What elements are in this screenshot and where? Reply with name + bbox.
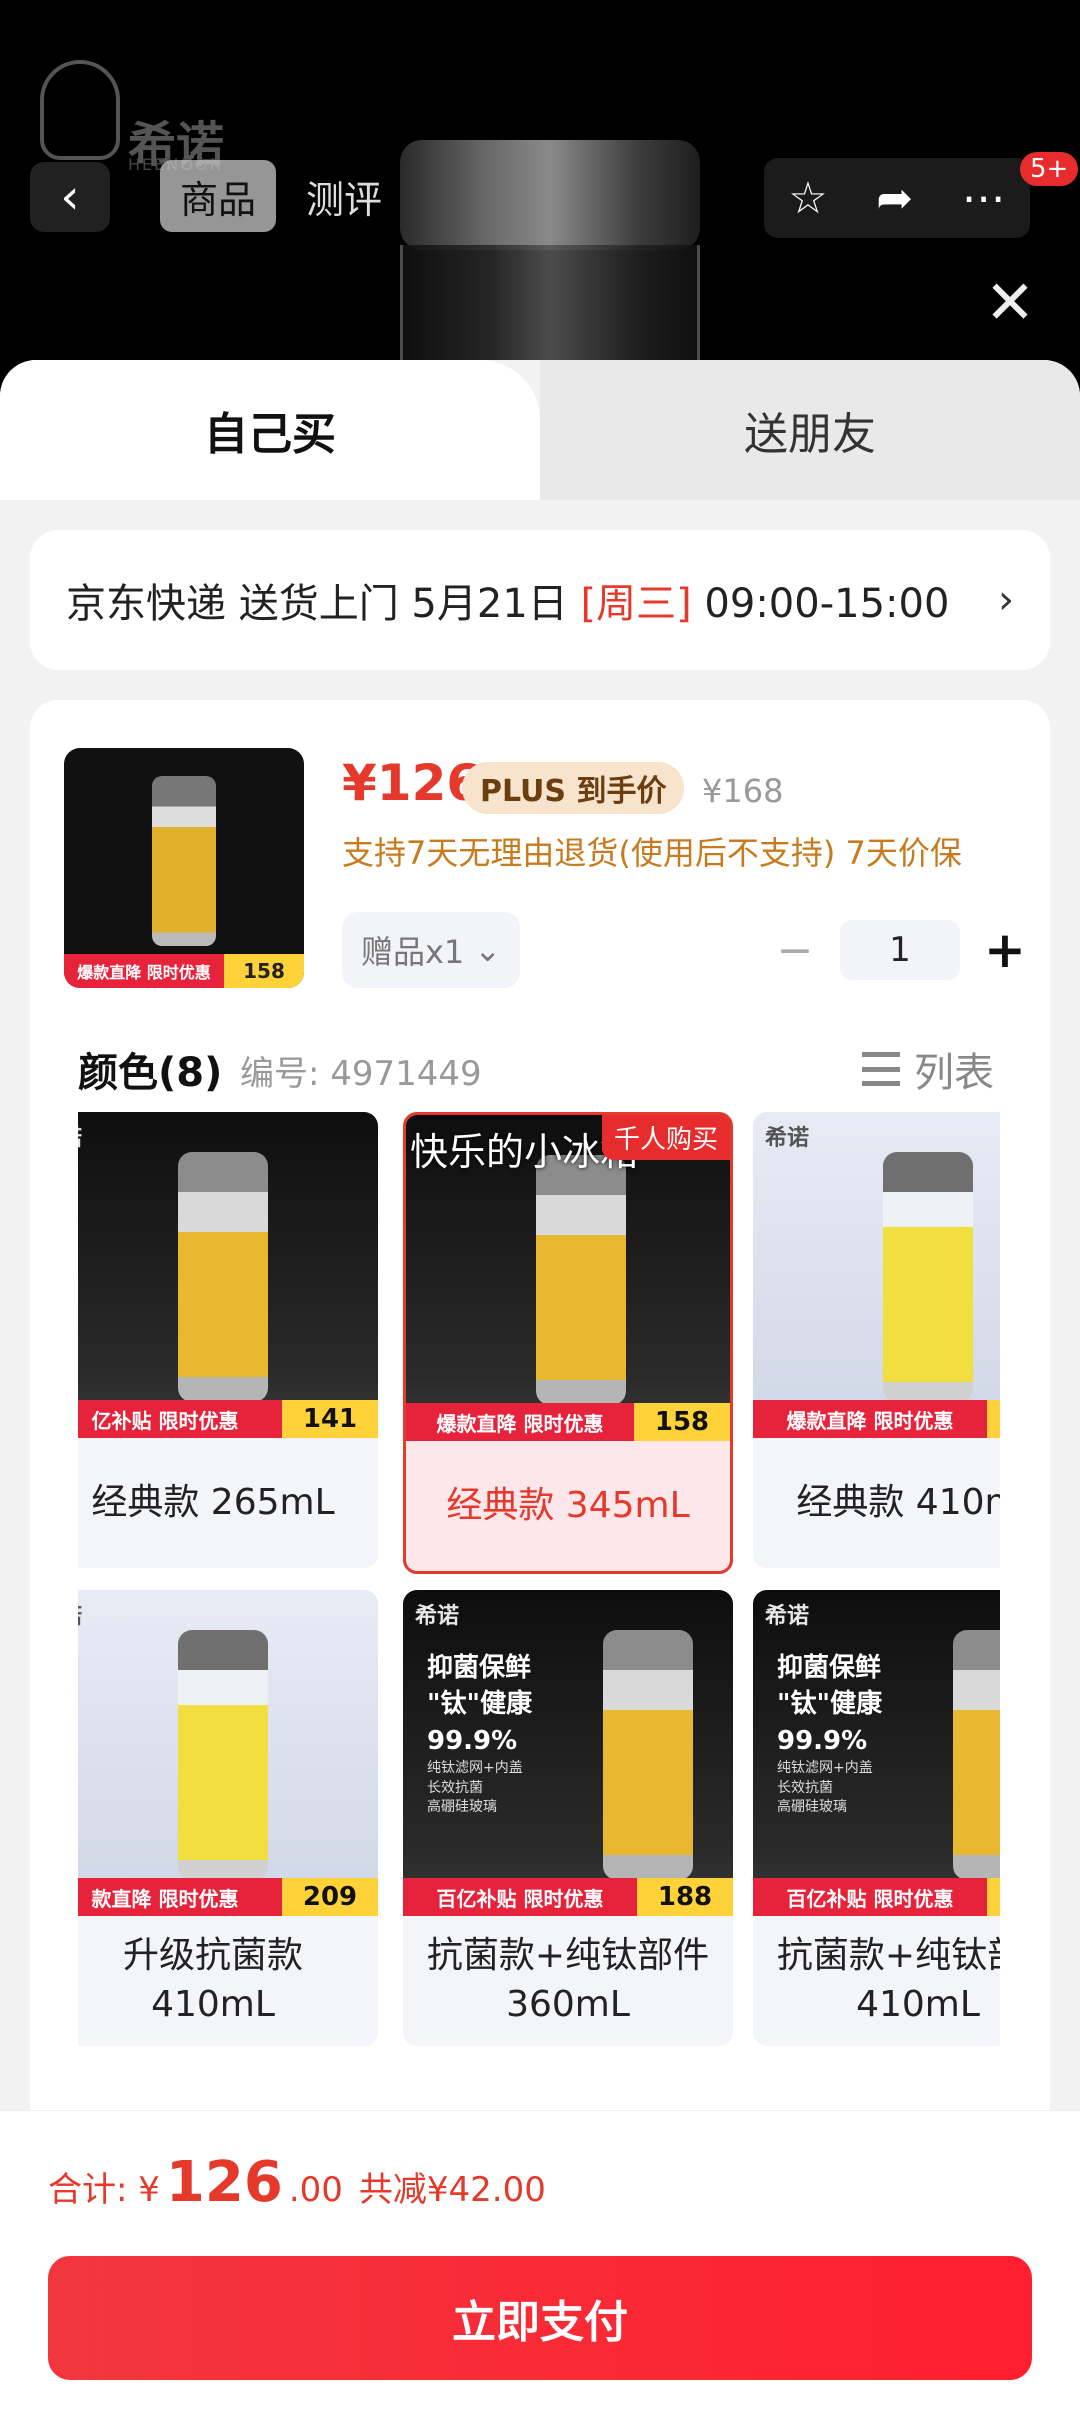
tab-gift-friend[interactable]: 送朋友: [540, 360, 1080, 500]
option-label: 升级抗菌款 410mL: [122, 1935, 303, 2025]
option-image: 希诺 抑菌保鲜 "钛"健康 99.9% 纯钛滤网+内盖 长效抗菌 高硼硅玻璃 百…: [403, 1590, 733, 1916]
option-image: 快乐的小冰箱 千人购买 爆款直降 限时优惠 158: [406, 1115, 730, 1441]
option-label: 经典款 410mL: [796, 1481, 1000, 1523]
back-button[interactable]: ‹: [30, 162, 110, 232]
bottle-image: [953, 1630, 1000, 1880]
increase-quantity-button[interactable]: +: [980, 921, 1030, 979]
purchase-sheet: 自己买 送朋友 京东快递 送货上门 5月21日 [周三] 09:00-15:00…: [0, 360, 1080, 2412]
notification-badge: 5+: [1020, 152, 1079, 186]
brand-logo: 希诺 HEENOOR: [40, 60, 224, 175]
color-option[interactable]: 希诺 爆款直降 限时优惠16 经典款 410mL: [753, 1112, 1000, 1568]
close-icon: ✕: [984, 268, 1036, 338]
popularity-badge: 千人购买: [601, 1115, 730, 1160]
option-price-strip: 亿补贴 限时优惠 141: [78, 1400, 378, 1438]
plus-price-badge: PLUS 到手价: [462, 762, 685, 814]
brand-mark: 希诺: [415, 1604, 460, 1629]
close-sheet-button[interactable]: ✕: [975, 268, 1045, 338]
bottle-image: [178, 1152, 268, 1402]
color-option-grid: 诺 亿补贴 限时优惠141 经典款 265mL 快乐的小冰箱 千人购买 爆款直降…: [78, 1112, 1000, 2052]
original-price: ¥168: [702, 772, 784, 810]
nav-actions: ☆ ➦ ⋯: [764, 158, 1030, 238]
decrease-quantity-button[interactable]: −: [770, 925, 820, 976]
color-option[interactable]: 诺 款直降 限时优惠209 升级抗菌款 410mL: [78, 1590, 378, 2046]
option-price-strip: 款直降 限时优惠 209: [78, 1878, 378, 1916]
list-view-toggle[interactable]: 列表: [862, 1040, 994, 1098]
option-label: 抗菌款+纯钛部件 410mL: [776, 1935, 1000, 2025]
option-image: 诺 款直降 限时优惠209: [78, 1590, 378, 1916]
quantity-stepper: − 1 +: [770, 920, 1030, 980]
bottle-image: [603, 1630, 693, 1880]
pay-now-button[interactable]: 立即支付: [48, 2256, 1032, 2380]
promo-text: 抑菌保鲜 "钛"健康 99.9% 纯钛滤网+内盖 长效抗菌 高硼硅玻璃: [427, 1653, 533, 1816]
total-amount: 126: [165, 2150, 283, 2215]
option-image: 诺 亿补贴 限时优惠141: [78, 1112, 378, 1438]
return-policy-note: 支持7天无理由退货(使用后不支持) 7天价保: [342, 834, 962, 872]
promo-text: 抑菌保鲜 "钛"健康 99.9% 纯钛滤网+内盖 长效抗菌 高硼硅玻璃: [777, 1653, 883, 1816]
bottle-image: [883, 1152, 973, 1402]
option-price-strip: 百亿补贴 限时优惠 188: [403, 1878, 733, 1916]
delivery-weekday: [周三]: [580, 581, 692, 627]
more-icon[interactable]: ⋯: [962, 173, 1006, 224]
list-icon: [862, 1052, 900, 1086]
delivery-selector[interactable]: 京东快递 送货上门 5月21日 [周三] 09:00-15:00 ›: [30, 530, 1050, 670]
option-label: 经典款 265mL: [91, 1481, 335, 1523]
top-tabs: 商品 测评: [160, 160, 402, 232]
option-price-strip: 百亿补贴 限时优惠20: [753, 1878, 1000, 1916]
color-option[interactable]: 希诺 抑菌保鲜 "钛"健康 99.9% 纯钛滤网+内盖 长效抗菌 高硼硅玻璃 百…: [403, 1590, 733, 2046]
option-label: 抗菌款+纯钛部件 360mL: [426, 1935, 710, 2025]
bottle-image: [536, 1155, 626, 1405]
bottle-cap-image: [400, 140, 700, 250]
brand-mark: 诺: [78, 1598, 82, 1630]
chevron-left-icon: ‹: [60, 169, 80, 225]
product-thumbnail[interactable]: 爆款直降 限时优惠 158: [64, 748, 304, 988]
option-image: 希诺 抑菌保鲜 "钛"健康 99.9% 纯钛滤网+内盖 长效抗菌 高硼硅玻璃 百…: [753, 1590, 1000, 1916]
color-heading: 颜色(8): [78, 1050, 223, 1096]
buy-mode-segment: 自己买 送朋友: [0, 360, 1080, 500]
brand-mark: 诺: [78, 1120, 82, 1152]
brand-mark: 希诺: [765, 1126, 810, 1151]
tab-review[interactable]: 测评: [286, 160, 402, 232]
thumb-price-strip: 爆款直降 限时优惠 158: [64, 954, 304, 988]
chevron-right-icon: ›: [998, 577, 1014, 623]
tab-product[interactable]: 商品: [160, 160, 277, 232]
option-label: 经典款 345mL: [446, 1484, 690, 1526]
option-image: 希诺 爆款直降 限时优惠16: [753, 1112, 1000, 1438]
sku-number: 编号: 4971449: [240, 1054, 482, 1094]
bottle-image: [152, 776, 216, 946]
brand-mark: 希诺: [765, 1604, 810, 1629]
product-price: ¥126: [342, 754, 482, 812]
star-icon[interactable]: ☆: [788, 173, 827, 224]
delivery-text: 京东快递 送货上门 5月21日 [周三] 09:00-15:00: [66, 581, 950, 627]
color-option-selected[interactable]: 快乐的小冰箱 千人购买 爆款直降 限时优惠 158 经典款 345mL: [403, 1112, 733, 1574]
gift-selector[interactable]: 赠品x1 ⌄: [342, 912, 520, 988]
color-option[interactable]: 希诺 抑菌保鲜 "钛"健康 99.9% 纯钛滤网+内盖 长效抗菌 高硼硅玻璃 百…: [753, 1590, 1000, 2046]
quantity-value[interactable]: 1: [840, 920, 960, 980]
chevron-down-icon: ⌄: [474, 931, 502, 969]
bear-logo-icon: [40, 60, 120, 160]
share-icon[interactable]: ➦: [876, 173, 913, 224]
tab-buy-self[interactable]: 自己买: [0, 360, 540, 500]
bottle-image: [178, 1630, 268, 1880]
discount-amount: 共减¥42.00: [358, 2170, 546, 2210]
order-total: 合计: ¥ 126 .00 共减¥42.00: [48, 2150, 546, 2215]
option-price-strip: 爆款直降 限时优惠16: [753, 1400, 1000, 1438]
option-price-strip: 爆款直降 限时优惠 158: [406, 1403, 730, 1441]
color-option[interactable]: 诺 亿补贴 限时优惠141 经典款 265mL: [78, 1112, 378, 1568]
